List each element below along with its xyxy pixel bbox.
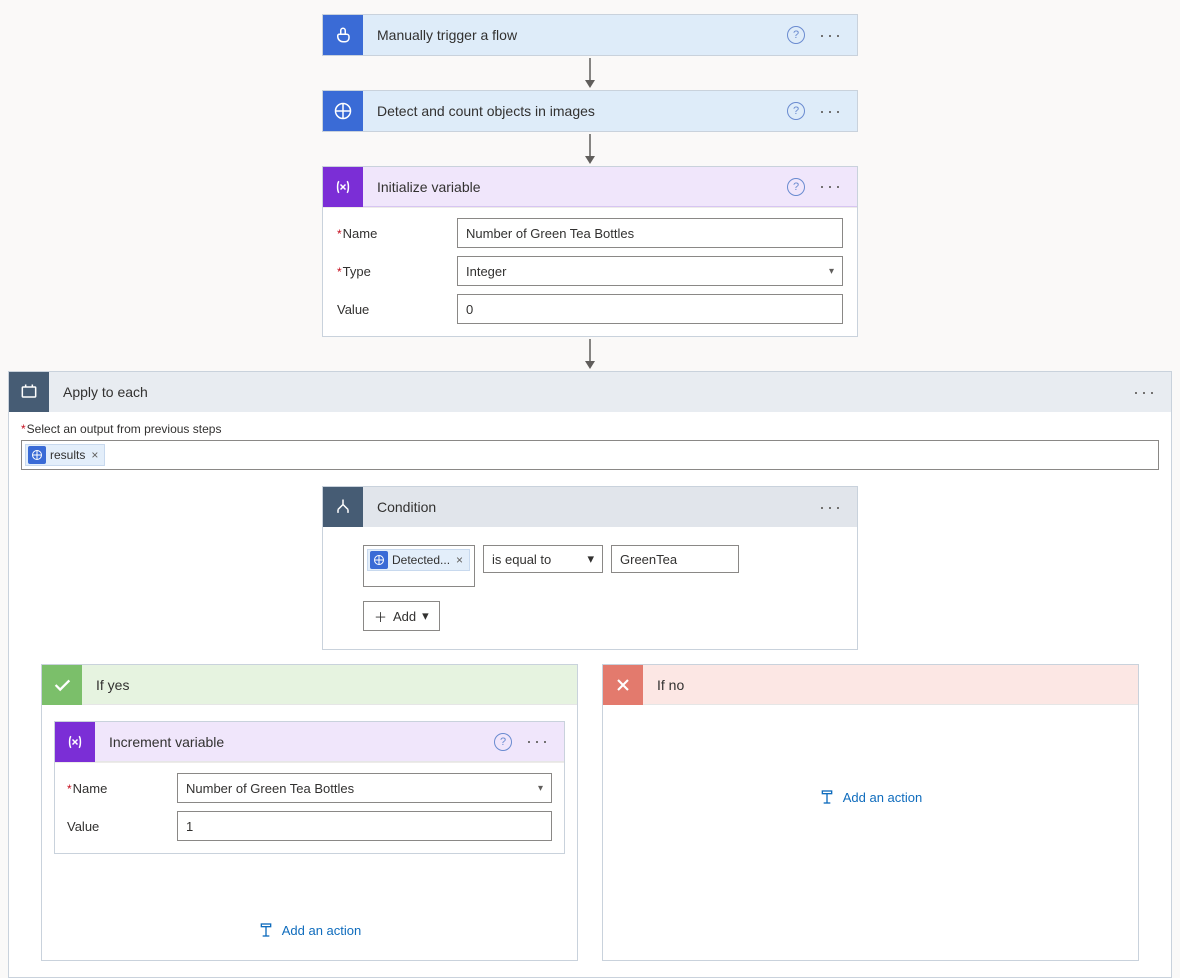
branch-title: If no: [653, 677, 1128, 693]
step-title: Detect and count objects in images: [373, 103, 777, 119]
value-label: Value: [337, 302, 457, 317]
step-title: Manually trigger a flow: [373, 27, 777, 43]
remove-token-icon[interactable]: ×: [91, 448, 98, 462]
chevron-down-icon: ▾: [422, 608, 429, 624]
step-title: Increment variable: [105, 734, 484, 750]
condition-operator-select[interactable]: is equal to ▾: [483, 545, 603, 573]
add-action-button[interactable]: Add an action: [613, 777, 1128, 809]
help-icon[interactable]: ?: [494, 733, 512, 751]
help-icon[interactable]: ?: [787, 178, 805, 196]
add-action-button[interactable]: Add an action: [52, 910, 567, 942]
more-icon[interactable]: ···: [815, 176, 847, 197]
chevron-down-icon: ▾: [538, 783, 543, 794]
step-apply-to-each[interactable]: Apply to each ··· Select an output from …: [8, 371, 1172, 978]
name-select[interactable]: Number of Green Tea Bottles ▾: [177, 773, 552, 803]
step-detect[interactable]: Detect and count objects in images ? ···: [322, 90, 858, 132]
step-title: Condition: [373, 499, 805, 515]
variable-icon: [323, 167, 363, 207]
arrow-icon: [0, 132, 1180, 166]
chevron-down-icon: ▾: [587, 551, 594, 567]
more-icon[interactable]: ···: [1129, 382, 1161, 403]
type-select[interactable]: Integer ▾: [457, 256, 843, 286]
more-icon[interactable]: ···: [815, 25, 847, 46]
name-label: Name: [67, 781, 177, 796]
value-input[interactable]: 1: [177, 811, 552, 841]
step-condition[interactable]: Condition ··· Detected... ×: [322, 486, 858, 650]
more-icon[interactable]: ···: [815, 101, 847, 122]
token-results[interactable]: results ×: [25, 444, 105, 466]
more-icon[interactable]: ···: [815, 497, 847, 518]
step-initialize-variable[interactable]: Initialize variable ? ··· Name Number of…: [322, 166, 858, 337]
add-condition-button[interactable]: ＋ Add ▾: [363, 601, 440, 631]
step-title: Apply to each: [59, 384, 1119, 400]
help-icon[interactable]: ?: [787, 102, 805, 120]
value-label: Value: [67, 819, 177, 834]
arrow-icon: [0, 56, 1180, 90]
more-icon[interactable]: ···: [522, 731, 554, 752]
condition-right-input[interactable]: GreenTea: [611, 545, 739, 573]
step-title: Initialize variable: [373, 179, 777, 195]
branch-if-yes: If yes Increment variable ? ···: [41, 664, 578, 961]
arrow-icon: [0, 337, 1180, 371]
step-trigger[interactable]: Manually trigger a flow ? ···: [322, 14, 858, 56]
step-increment-variable[interactable]: Increment variable ? ··· Name Number of …: [54, 721, 565, 854]
chevron-down-icon: ▾: [829, 266, 834, 277]
name-input[interactable]: Number of Green Tea Bottles: [457, 218, 843, 248]
check-icon: [42, 665, 82, 705]
branch-title: If yes: [92, 677, 567, 693]
branch-if-no: If no Add an action: [602, 664, 1139, 961]
token-detected[interactable]: Detected... ×: [367, 549, 470, 571]
value-input[interactable]: 0: [457, 294, 843, 324]
ai-token-icon: [28, 446, 46, 464]
name-label: Name: [337, 226, 457, 241]
type-label: Type: [337, 264, 457, 279]
ai-token-icon: [370, 551, 388, 569]
variable-icon: [55, 722, 95, 762]
remove-token-icon[interactable]: ×: [456, 553, 463, 567]
output-label: Select an output from previous steps: [21, 422, 1159, 436]
loop-icon: [9, 372, 49, 412]
help-icon[interactable]: ?: [787, 26, 805, 44]
condition-left-input[interactable]: Detected... ×: [363, 545, 475, 587]
touch-icon: [323, 15, 363, 55]
close-icon: [603, 665, 643, 705]
output-token-input[interactable]: results ×: [21, 440, 1159, 470]
ai-icon: [323, 91, 363, 131]
plus-icon: ＋: [374, 607, 387, 626]
condition-icon: [323, 487, 363, 527]
